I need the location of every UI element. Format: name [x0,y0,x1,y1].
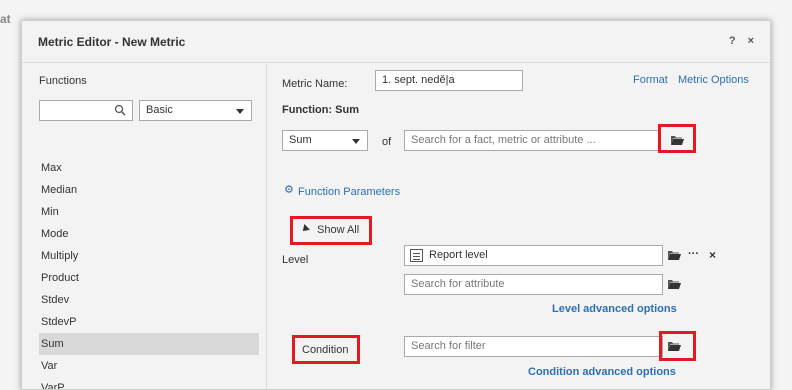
dialog-titlebar: Metric Editor - New Metric ? × [22,21,770,63]
more-options-icon[interactable]: ··· [688,248,699,260]
metric-name-input[interactable]: 1. sept. nedě|a [375,70,523,91]
function-item-median[interactable]: Median [39,179,259,201]
dialog-title: Metric Editor - New Metric [38,34,186,49]
chevron-down-icon [352,139,360,144]
search-icon[interactable] [114,104,126,116]
metric-name-label: Metric Name: [282,78,348,90]
attribute-search-input[interactable]: Search for attribute [404,274,663,295]
function-parameters-link[interactable]: Function Parameters [298,186,400,198]
function-item-multiply[interactable]: Multiply [39,245,259,267]
background-label: at [0,12,11,26]
metric-options-link[interactable]: Metric Options [678,74,749,86]
highlight-box [659,331,696,361]
folder-icon[interactable] [668,250,681,260]
level-label: Level [282,254,309,266]
chevron-down-icon [236,109,244,114]
function-select[interactable]: Sum [282,130,368,151]
report-level-icon [410,249,423,262]
level-advanced-options-link[interactable]: Level advanced options [552,303,677,315]
report-level-value: Report level [429,249,488,261]
function-item-stdevp[interactable]: StdevP [39,311,259,333]
object-search-input[interactable]: Search for a fact, metric or attribute .… [404,130,660,151]
gear-icon[interactable]: ⚙ [284,183,294,196]
function-item-sum[interactable]: Sum [39,333,259,355]
function-item-product[interactable]: Product [39,267,259,289]
show-all-toggle[interactable]: Show All [317,224,359,236]
format-link[interactable]: Format [633,74,668,86]
metric-definition-panel: Metric Name: 1. sept. nedě|a Format Metr… [268,64,770,389]
function-search-input[interactable] [39,100,133,121]
remove-level-icon[interactable]: × [709,248,716,262]
functions-header: Functions [39,75,87,87]
report-level-field[interactable]: Report level [404,245,663,266]
of-label: of [382,136,392,148]
condition-label: Condition [302,344,349,356]
filter-search-input[interactable]: Search for filter [404,336,663,357]
function-title: Function: Sum [282,104,359,116]
category-select-value: Basic [146,104,173,116]
function-item-min[interactable]: Min [39,201,259,223]
close-button[interactable]: × [748,35,754,47]
function-item-var[interactable]: Var [39,355,259,377]
function-select-value: Sum [289,134,312,146]
functions-panel: Functions Basic Max Median Min Mode Mult… [22,64,267,389]
function-item-max[interactable]: Max [39,157,259,179]
help-button[interactable]: ? [729,35,736,47]
category-select[interactable]: Basic [139,100,252,121]
function-list: Max Median Min Mode Multiply Product Std… [39,157,259,389]
function-item-stdev[interactable]: Stdev [39,289,259,311]
metric-editor-dialog: Metric Editor - New Metric ? × Functions… [21,20,771,390]
highlight-box [658,124,696,153]
function-item-varp[interactable]: VarP [39,377,259,389]
condition-advanced-options-link[interactable]: Condition advanced options [528,366,676,378]
folder-icon[interactable] [668,279,681,289]
function-item-mode[interactable]: Mode [39,223,259,245]
